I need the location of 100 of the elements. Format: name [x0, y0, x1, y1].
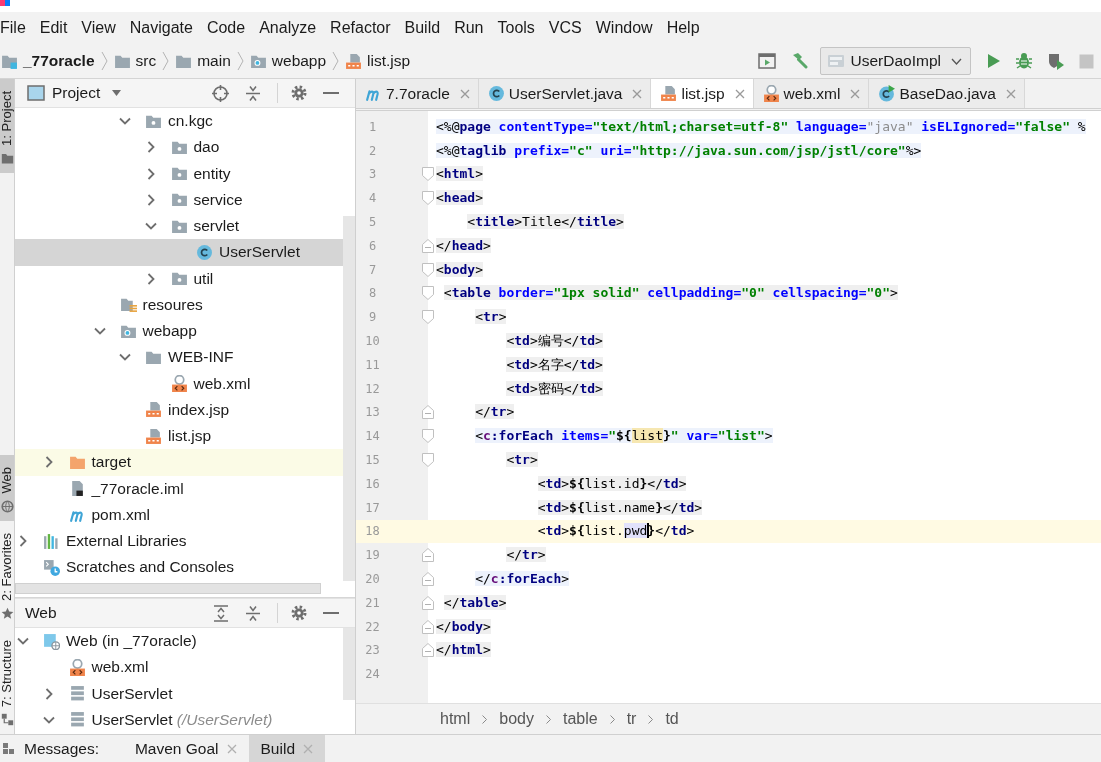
fold-end-marker-icon[interactable]: [422, 619, 434, 634]
settings-icon[interactable]: [291, 85, 307, 101]
breadcrumb-item[interactable]: src: [107, 50, 163, 72]
tool-window-button[interactable]: 7: Structure: [0, 627, 14, 734]
breadcrumb-item[interactable]: table: [562, 710, 598, 728]
fold-end-marker-icon[interactable]: [422, 548, 434, 563]
package-folder-icon: [170, 191, 188, 209]
breadcrumb-item[interactable]: body: [499, 710, 534, 728]
horizontal-scrollbar[interactable]: [15, 583, 321, 595]
tree-item[interactable]: External Libraries: [15, 528, 343, 555]
tree-item[interactable]: UserServlet: [15, 239, 343, 266]
fold-end-marker-icon[interactable]: [422, 643, 434, 658]
panel-title[interactable]: Project: [52, 84, 101, 102]
menu-item[interactable]: Build: [397, 17, 448, 39]
caret-down-icon[interactable]: [112, 90, 122, 96]
globe-icon: [0, 499, 14, 513]
tree-item[interactable]: list.jsp: [15, 423, 343, 450]
tree-item[interactable]: util: [15, 265, 343, 292]
menu-item[interactable]: File: [0, 17, 33, 39]
menu-item[interactable]: Help: [659, 17, 707, 39]
tree-item[interactable]: resoures: [15, 291, 343, 318]
line-number: 22: [364, 619, 381, 634]
menu-item[interactable]: Window: [588, 17, 660, 39]
editor-tab[interactable]: 7.7oracle: [356, 79, 479, 108]
tree-item[interactable]: servlet: [15, 213, 343, 240]
tree-item[interactable]: pom.xml: [15, 501, 343, 528]
vertical-scrollbar[interactable]: [343, 628, 355, 700]
close-icon[interactable]: [632, 88, 643, 99]
tool-window-button[interactable]: 2: Favorites: [0, 520, 14, 628]
collapse-all-icon[interactable]: [245, 84, 261, 102]
menu-item[interactable]: View: [74, 17, 123, 39]
tree-item[interactable]: WEB-INF: [15, 344, 343, 371]
tool-tab[interactable]: Maven Goal: [122, 735, 249, 762]
menu-item[interactable]: Tools: [490, 17, 542, 39]
tree-item[interactable]: UserServlet: [15, 680, 343, 707]
close-icon[interactable]: [459, 88, 470, 99]
line-number: 2: [367, 143, 378, 158]
close-icon[interactable]: [226, 743, 237, 754]
fold-start-marker-icon[interactable]: [422, 310, 434, 325]
fold-start-marker-icon[interactable]: [422, 286, 434, 301]
fold-end-marker-icon[interactable]: [422, 595, 434, 610]
tool-window-button[interactable]: Web: [0, 455, 14, 521]
tree-item[interactable]: dao: [15, 134, 343, 161]
breadcrumb-item[interactable]: webapp: [243, 50, 333, 72]
breadcrumb-item[interactable]: tr: [626, 710, 637, 728]
fold-start-marker-icon[interactable]: [422, 453, 434, 468]
close-icon[interactable]: [1005, 88, 1016, 99]
vertical-scrollbar[interactable]: [343, 216, 355, 581]
breadcrumb-item[interactable]: html: [440, 710, 471, 728]
tree-item[interactable]: webapp: [15, 318, 343, 345]
locate-icon[interactable]: [212, 84, 229, 102]
minimize-icon[interactable]: [323, 91, 339, 95]
tree-item[interactable]: Web (in _77oracle): [15, 628, 343, 655]
fold-start-marker-icon[interactable]: [422, 262, 434, 277]
menu-item[interactable]: Run: [447, 17, 491, 39]
tree-item[interactable]: UserServlet (/UserServlet): [15, 706, 343, 733]
tree-item[interactable]: cn.kgc: [15, 108, 343, 135]
tool-window-button[interactable]: 1: Project: [0, 79, 14, 173]
expand-all-icon[interactable]: [213, 604, 229, 622]
fold-start-marker-icon[interactable]: [422, 191, 434, 206]
tree-item[interactable]: entity: [15, 160, 343, 187]
coverage-shield-icon[interactable]: [1047, 52, 1065, 70]
minimize-icon[interactable]: [323, 611, 339, 615]
breadcrumb-item[interactable]: _77oracle: [1, 50, 101, 72]
panel-layout-icon[interactable]: [3, 743, 14, 754]
tree-item[interactable]: web.xml: [15, 370, 343, 397]
close-icon[interactable]: [850, 88, 861, 99]
tree-item[interactable]: web.xml: [15, 654, 343, 681]
editor-tab[interactable]: BaseDao.java: [869, 79, 1025, 108]
fold-start-marker-icon[interactable]: [422, 429, 434, 444]
tree-item[interactable]: service: [15, 186, 343, 213]
menu-item[interactable]: VCS: [541, 17, 589, 39]
fold-start-marker-icon[interactable]: [422, 167, 434, 182]
close-icon[interactable]: [734, 88, 745, 99]
tree-item[interactable]: Scratches and Consoles: [15, 554, 343, 581]
menu-item[interactable]: Refactor: [323, 17, 398, 39]
run-icon[interactable]: [987, 53, 1001, 69]
settings-icon[interactable]: [291, 605, 307, 621]
layout-icon[interactable]: [757, 53, 776, 69]
menu-item[interactable]: Analyze: [252, 17, 324, 39]
menu-item[interactable]: Code: [199, 17, 253, 39]
stop-icon[interactable]: [1079, 53, 1094, 69]
fold-end-marker-icon[interactable]: [422, 405, 434, 420]
run-configuration-dropdown[interactable]: UserDaoImpl: [819, 47, 971, 75]
editor-tab[interactable]: web.xml: [753, 79, 870, 108]
fold-end-marker-icon[interactable]: [422, 572, 434, 587]
editor-tab[interactable]: list.jsp: [651, 79, 754, 108]
menu-item[interactable]: Navigate: [122, 17, 200, 39]
breadcrumb-item[interactable]: list.jsp: [339, 50, 417, 72]
editor-tab[interactable]: UserServlet.java: [478, 79, 652, 108]
breadcrumb-item[interactable]: main: [169, 50, 237, 72]
collapse-all-icon[interactable]: [245, 604, 261, 622]
tree-item[interactable]: _77oracle.iml: [15, 475, 343, 502]
tool-tab[interactable]: Build: [248, 735, 325, 762]
tree-item[interactable]: index.jsp: [15, 396, 343, 423]
debug-bug-icon[interactable]: [1015, 52, 1033, 70]
fold-end-marker-icon[interactable]: [422, 238, 434, 253]
tree-item[interactable]: target: [15, 449, 343, 476]
breadcrumb-item[interactable]: td: [665, 710, 679, 728]
menu-item[interactable]: Edit: [32, 17, 75, 39]
